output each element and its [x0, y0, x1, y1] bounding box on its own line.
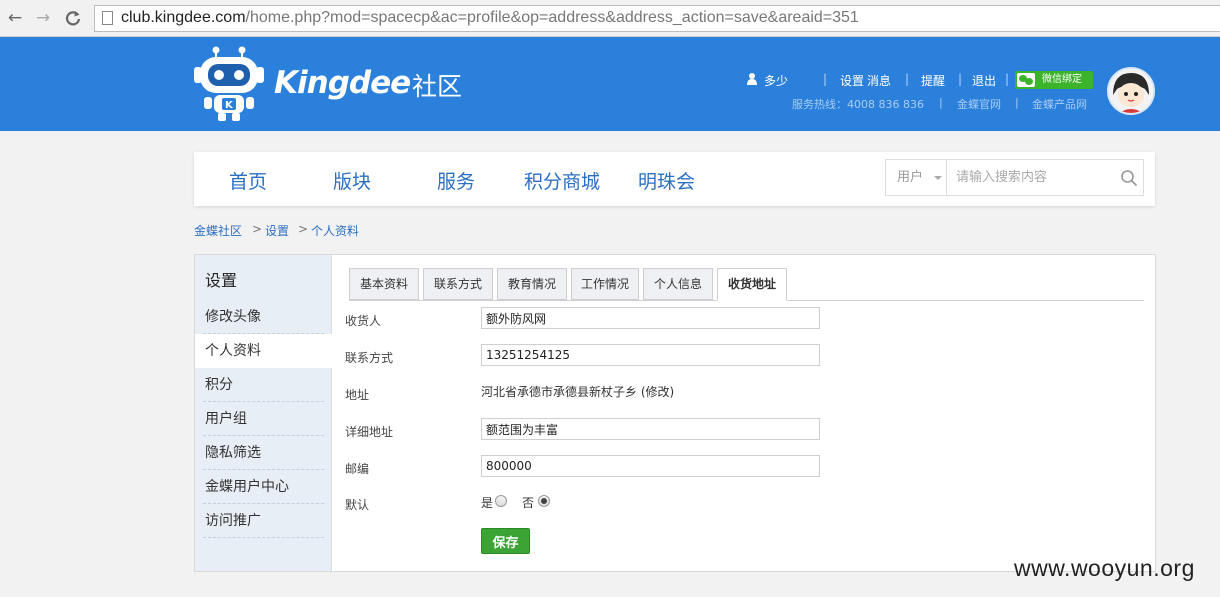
- address-text: 河北省承德市承德县新杖子乡: [481, 385, 638, 399]
- search-box: 用户: [885, 159, 1144, 196]
- separator: |: [1005, 72, 1010, 86]
- address-value: 河北省承德市承德县新杖子乡 (修改): [481, 383, 674, 400]
- sidebar-item-profile[interactable]: 个人资料: [195, 334, 333, 368]
- username-link[interactable]: 多少: [764, 72, 788, 89]
- breadcrumb-home[interactable]: 金蝶社区: [194, 222, 242, 239]
- address-label: 地址: [345, 388, 370, 402]
- tab-basic-info[interactable]: 基本资料: [349, 268, 419, 300]
- brand-community-text[interactable]: 社区: [412, 67, 462, 103]
- robot-mascot-icon[interactable]: K: [194, 45, 264, 121]
- sidebar-title: 设置: [205, 271, 238, 290]
- avatar-face-icon: [1109, 69, 1153, 113]
- wechat-bind-label: 微信绑定: [1042, 74, 1082, 85]
- save-button[interactable]: 保存: [481, 528, 530, 554]
- tab-work[interactable]: 工作情况: [571, 268, 639, 300]
- tab-contact[interactable]: 联系方式: [423, 268, 493, 300]
- remind-link[interactable]: 提醒: [921, 72, 945, 89]
- site-header: K Kingdee 社区 多少 | 设置 消息 | 提醒 | 退出 | 微信绑定…: [0, 37, 1220, 131]
- avatar[interactable]: [1107, 67, 1155, 115]
- search-input[interactable]: [948, 161, 1108, 194]
- address-edit-link[interactable]: (修改): [641, 385, 674, 399]
- separator: |: [823, 72, 828, 86]
- sidebar-item-usergroup[interactable]: 用户组: [195, 402, 332, 436]
- forward-button-icon[interactable]: →: [32, 7, 54, 29]
- nav-forums[interactable]: 版块: [333, 167, 371, 194]
- settings-link[interactable]: 设置: [840, 72, 864, 89]
- search-icon[interactable]: [1120, 169, 1138, 187]
- sidebar-item-user-center[interactable]: 金蝶用户中心: [195, 470, 332, 504]
- contact-input[interactable]: [481, 344, 820, 366]
- brand-logo-text[interactable]: Kingdee: [274, 65, 411, 101]
- svg-text:K: K: [225, 100, 234, 111]
- default-no-label: 否: [522, 496, 535, 510]
- official-site-link[interactable]: 金蝶官网: [957, 96, 1001, 112]
- nav-pearl-club[interactable]: 明珠会: [638, 167, 695, 194]
- search-type-select[interactable]: 用户: [886, 160, 947, 195]
- breadcrumb-settings[interactable]: 设置: [265, 222, 289, 239]
- nav-service[interactable]: 服务: [437, 167, 475, 194]
- settings-panel: 设置 修改头像 个人资料 积分 用户组 隐私筛选 金蝶用户中心 访问推广 基本资…: [194, 254, 1156, 572]
- receiver-label: 收货人: [345, 314, 382, 328]
- chevron-right-icon: >: [252, 222, 263, 236]
- separator: |: [905, 72, 910, 86]
- settings-sidebar: 设置 修改头像 个人资料 积分 用户组 隐私筛选 金蝶用户中心 访问推广: [195, 255, 333, 571]
- url-path: /home.php?mod=spacecp&ac=profile&op=addr…: [245, 9, 859, 26]
- hotline-text: 服务热线：4008 836 836: [792, 98, 924, 111]
- messages-link[interactable]: 消息: [867, 72, 891, 89]
- url-text: club.kingdee.com/home.php?mod=spacecp&ac…: [121, 9, 859, 27]
- nav-home[interactable]: 首页: [229, 167, 267, 194]
- wechat-icon: [1017, 73, 1035, 87]
- watermark-text: www.wooyun.org: [1014, 555, 1195, 581]
- back-button-icon[interactable]: ←: [4, 7, 26, 29]
- search-type-label: 用户: [897, 170, 924, 185]
- sidebar-item-avatar[interactable]: 修改头像: [195, 300, 332, 334]
- sidebar-item-points[interactable]: 积分: [195, 368, 332, 402]
- product-site-link[interactable]: 金蝶产品网: [1032, 96, 1087, 112]
- detail-address-label: 详细地址: [345, 425, 394, 439]
- page-icon: [102, 11, 113, 25]
- breadcrumb-profile[interactable]: 个人资料: [311, 222, 359, 239]
- tab-education[interactable]: 教育情况: [497, 268, 567, 300]
- wechat-bind-button[interactable]: 微信绑定: [1015, 71, 1093, 89]
- url-domain: club.kingdee.com: [121, 9, 246, 26]
- address-bar[interactable]: club.kingdee.com/home.php?mod=spacecp&ac…: [94, 5, 1220, 32]
- receiver-input[interactable]: [481, 307, 820, 329]
- caret-down-icon: [934, 176, 942, 180]
- user-icon: [747, 73, 757, 85]
- default-yes-radio[interactable]: [495, 495, 507, 507]
- reload-button-icon[interactable]: [62, 7, 84, 29]
- logout-link[interactable]: 退出: [972, 72, 996, 89]
- default-label: 默认: [345, 498, 370, 512]
- zip-input[interactable]: [481, 455, 820, 477]
- default-yes-label: 是: [481, 496, 494, 510]
- separator: |: [939, 96, 943, 109]
- chevron-right-icon: >: [298, 222, 309, 236]
- separator: |: [958, 72, 963, 86]
- nav-points-mall[interactable]: 积分商城: [524, 167, 600, 194]
- zip-label: 邮编: [345, 462, 370, 476]
- profile-tabs: 基本资料 联系方式 教育情况 工作情况 个人信息 收货地址: [349, 268, 1144, 301]
- main-nav: 首页 版块 服务 积分商城 明珠会 用户: [194, 152, 1155, 206]
- default-no-radio[interactable]: [538, 495, 550, 507]
- tab-shipping-address[interactable]: 收货地址: [717, 268, 787, 301]
- separator: |: [1015, 96, 1019, 109]
- sidebar-item-privacy[interactable]: 隐私筛选: [195, 436, 332, 470]
- contact-label: 联系方式: [345, 351, 394, 365]
- browser-toolbar: ← → club.kingdee.com/home.php?mod=spacec…: [0, 0, 1220, 37]
- tab-personal-info[interactable]: 个人信息: [643, 268, 713, 300]
- detail-address-input[interactable]: [481, 418, 820, 440]
- sidebar-item-promotion[interactable]: 访问推广: [195, 504, 332, 538]
